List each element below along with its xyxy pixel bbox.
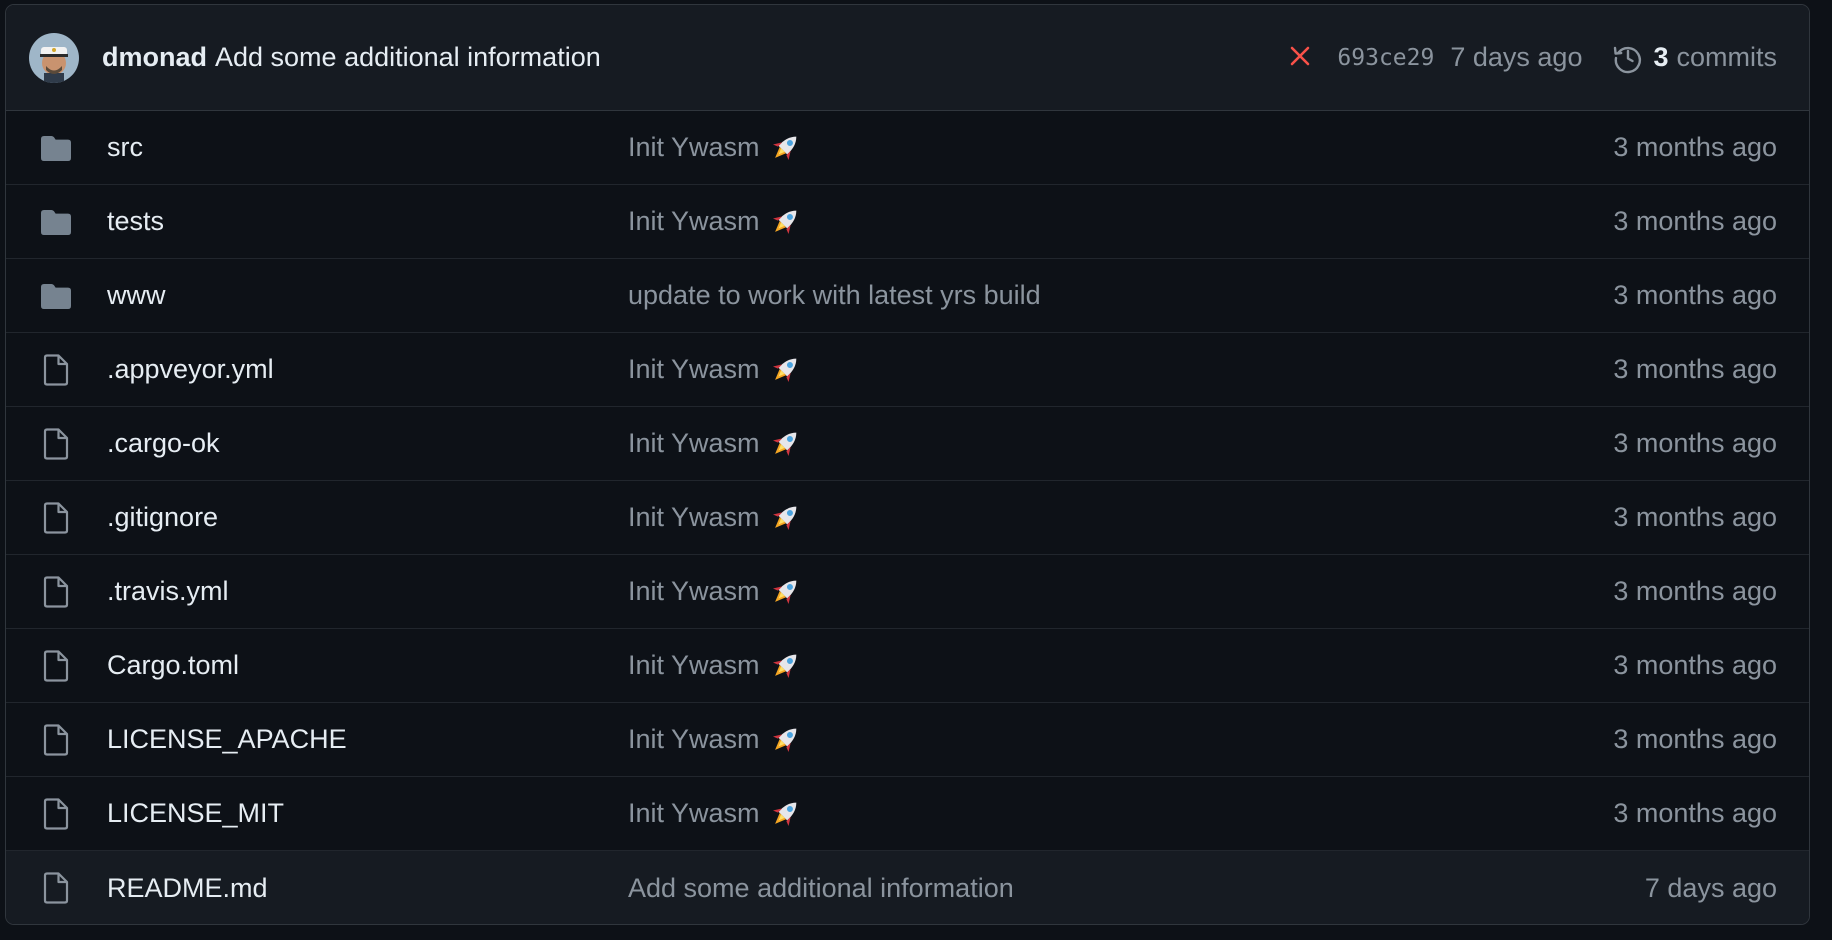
file-commit-age: 7 days ago — [1644, 872, 1777, 903]
file-commit-message-text: update to work with latest yrs build — [628, 280, 1041, 310]
file-commit-age: 3 months ago — [1613, 206, 1777, 236]
file-commit-age: 3 months ago — [1613, 280, 1777, 310]
file-commit-message-link[interactable]: Add some additional information — [628, 873, 1645, 904]
commit-author-link[interactable]: dmonad — [102, 42, 207, 73]
file-row-license-apache[interactable]: LICENSE_APACHE Init Ywasm 3 months ago — [6, 703, 1809, 777]
file-icon — [36, 646, 76, 686]
file-commit-message-text: Init Ywasm — [628, 650, 760, 680]
file-commit-message-link[interactable]: Init Ywasm — [628, 205, 1613, 239]
commits-label: commits — [1676, 42, 1778, 72]
file-name-link[interactable]: LICENSE_MIT — [107, 798, 628, 829]
file-row-cargo-toml[interactable]: Cargo.toml Init Ywasm 3 months ago — [6, 629, 1809, 703]
file-commit-age: 3 months ago — [1613, 428, 1777, 458]
file-commit-age: 3 months ago — [1613, 132, 1777, 162]
file-commit-message-link[interactable]: Init Ywasm — [628, 649, 1613, 683]
file-icon — [36, 350, 76, 390]
file-icon — [36, 794, 76, 834]
commit-time: 7 days ago — [1450, 42, 1583, 72]
file-name-link[interactable]: .cargo-ok — [107, 428, 628, 459]
file-commit-message-text: Init Ywasm — [628, 798, 760, 828]
file-commit-age: 3 months ago — [1613, 502, 1777, 532]
file-commit-message-link[interactable]: Init Ywasm — [628, 797, 1613, 831]
file-name-link[interactable]: README.md — [107, 873, 628, 904]
rocket-icon — [768, 723, 802, 757]
file-row-travis-yml[interactable]: .travis.yml Init Ywasm 3 months ago — [6, 555, 1809, 629]
history-icon — [1614, 46, 1642, 73]
file-commit-age: 3 months ago — [1613, 650, 1777, 680]
file-icon — [36, 498, 76, 538]
file-name-link[interactable]: .appveyor.yml — [107, 354, 628, 385]
repo-file-browser: dmonad Add some additional information 6… — [5, 4, 1810, 925]
folder-icon — [36, 276, 76, 316]
file-row-readme-md[interactable]: README.md Add some additional informatio… — [6, 851, 1809, 924]
file-icon — [36, 424, 76, 464]
folder-icon — [36, 128, 76, 168]
file-row-license-mit[interactable]: LICENSE_MIT Init Ywasm 3 months ago — [6, 777, 1809, 851]
x-icon[interactable] — [1289, 43, 1311, 73]
file-row-src[interactable]: src Init Ywasm 3 months ago — [6, 111, 1809, 185]
rocket-icon — [768, 353, 802, 387]
file-row-tests[interactable]: tests Init Ywasm 3 months ago — [6, 185, 1809, 259]
commits-count: 3 — [1653, 42, 1669, 72]
file-name-link[interactable]: .travis.yml — [107, 576, 628, 607]
folder-icon — [36, 202, 76, 242]
file-name-link[interactable]: tests — [107, 206, 628, 237]
file-icon — [36, 868, 76, 908]
file-icon — [36, 572, 76, 612]
author-avatar[interactable] — [29, 32, 79, 83]
rocket-icon — [768, 131, 802, 165]
latest-commit-message-link[interactable]: Add some additional information — [215, 42, 1289, 73]
file-name-link[interactable]: Cargo.toml — [107, 650, 628, 681]
file-commit-message-text: Add some additional information — [628, 872, 1014, 903]
commits-history-link[interactable]: 3 commits — [1612, 42, 1777, 74]
file-row-gitignore[interactable]: .gitignore Init Ywasm 3 months ago — [6, 481, 1809, 555]
file-list: src Init Ywasm 3 months ago tests Init Y… — [6, 111, 1809, 924]
file-name-link[interactable]: LICENSE_APACHE — [107, 724, 628, 755]
file-commit-age: 3 months ago — [1613, 724, 1777, 754]
rocket-icon — [768, 649, 802, 683]
rocket-icon — [768, 575, 802, 609]
file-commit-message-link[interactable]: Init Ywasm — [628, 353, 1613, 387]
file-commit-message-text: Init Ywasm — [628, 724, 760, 754]
file-icon — [36, 720, 76, 760]
file-commit-age: 3 months ago — [1613, 798, 1777, 828]
file-commit-message-link[interactable]: Init Ywasm — [628, 427, 1613, 461]
file-commit-message-link[interactable]: Init Ywasm — [628, 131, 1613, 165]
file-commit-message-text: Init Ywasm — [628, 576, 760, 606]
file-name-link[interactable]: src — [107, 132, 628, 163]
latest-commit-bar: dmonad Add some additional information 6… — [6, 5, 1809, 111]
file-commit-message-text: Init Ywasm — [628, 502, 760, 532]
file-name-link[interactable]: www — [107, 280, 628, 311]
rocket-icon — [768, 501, 802, 535]
file-commit-message-link[interactable]: Init Ywasm — [628, 575, 1613, 609]
commit-sha-link[interactable]: 693ce29 — [1337, 45, 1434, 71]
file-commit-message-link[interactable]: update to work with latest yrs build — [628, 280, 1613, 311]
file-commit-message-text: Init Ywasm — [628, 132, 760, 162]
file-commit-message-text: Init Ywasm — [628, 354, 760, 384]
file-commit-message-link[interactable]: Init Ywasm — [628, 723, 1613, 757]
file-commit-message-link[interactable]: Init Ywasm — [628, 501, 1613, 535]
file-commit-message-text: Init Ywasm — [628, 206, 760, 236]
rocket-icon — [768, 797, 802, 831]
rocket-icon — [768, 427, 802, 461]
rocket-icon — [768, 205, 802, 239]
file-row-cargo-ok[interactable]: .cargo-ok Init Ywasm 3 months ago — [6, 407, 1809, 481]
file-commit-age: 3 months ago — [1613, 576, 1777, 606]
file-commit-age: 3 months ago — [1613, 354, 1777, 384]
file-row-www[interactable]: www update to work with latest yrs build… — [6, 259, 1809, 333]
file-row-appveyor-yml[interactable]: .appveyor.yml Init Ywasm 3 months ago — [6, 333, 1809, 407]
file-commit-message-text: Init Ywasm — [628, 428, 760, 458]
file-name-link[interactable]: .gitignore — [107, 502, 628, 533]
